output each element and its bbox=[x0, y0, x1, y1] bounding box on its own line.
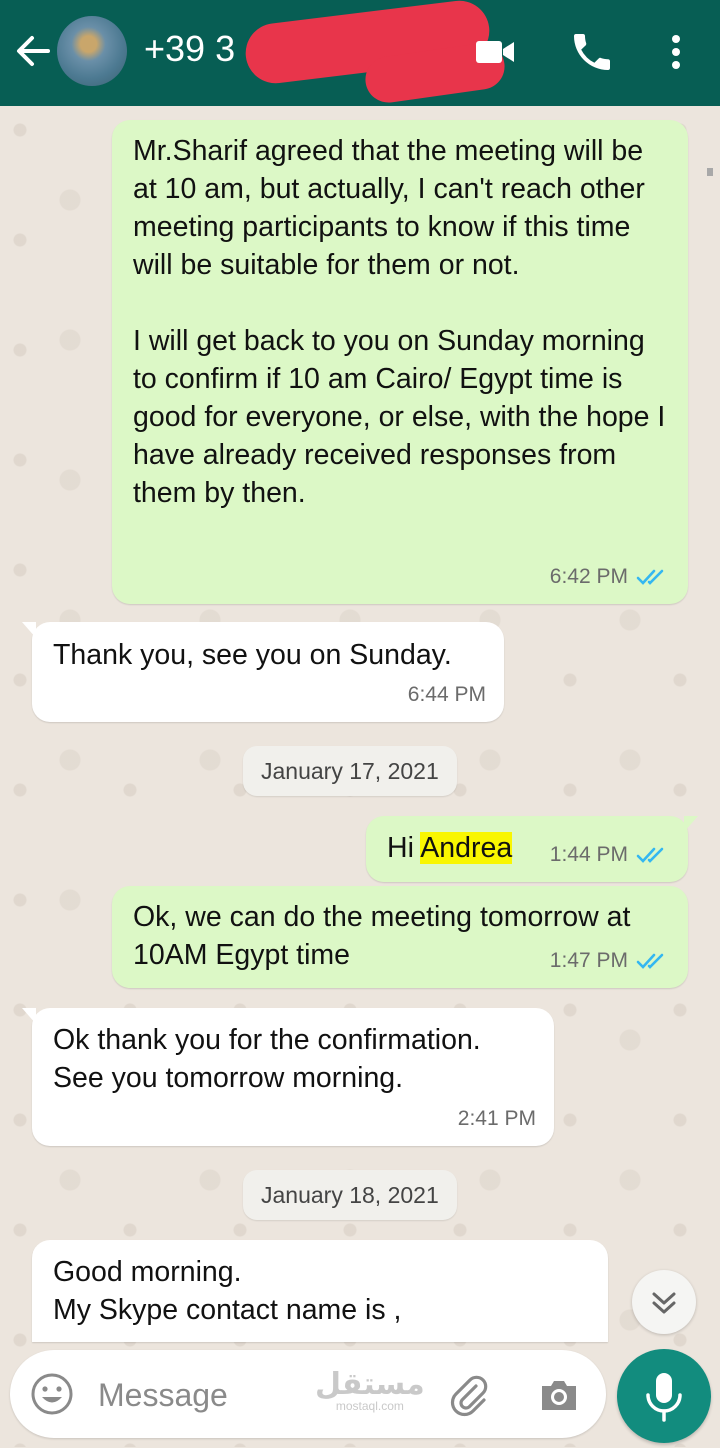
chevron-double-down-icon bbox=[652, 1292, 676, 1314]
date-separator: January 17, 2021 bbox=[243, 746, 457, 796]
bubble-tail bbox=[684, 816, 698, 832]
contact-name[interactable]: +39 3 bbox=[144, 28, 235, 70]
message-bubble-outgoing[interactable]: Mr.Sharif agreed that the meeting will b… bbox=[112, 120, 688, 604]
message-text: Ok thank you for the confirmation. See y… bbox=[53, 1024, 481, 1094]
more-options-button[interactable] bbox=[652, 28, 700, 76]
message-composer: مستقل mostaql.com bbox=[10, 1350, 606, 1438]
emoji-icon bbox=[31, 1373, 73, 1415]
message-meta: 1:44 PM bbox=[550, 836, 670, 874]
video-call-button[interactable] bbox=[470, 28, 518, 76]
paperclip-icon bbox=[450, 1375, 488, 1417]
microphone-icon bbox=[646, 1373, 682, 1422]
message-greeting: Hi bbox=[387, 832, 421, 864]
camera-button[interactable] bbox=[536, 1372, 582, 1418]
voice-call-button[interactable] bbox=[568, 28, 616, 76]
back-button[interactable] bbox=[12, 30, 54, 72]
contact-avatar[interactable] bbox=[57, 16, 127, 86]
message-bubble-outgoing[interactable]: Ok, we can do the meeting tomorrow at 10… bbox=[112, 886, 688, 988]
message-meta: 1:47 PM bbox=[550, 942, 670, 980]
more-vertical-icon bbox=[672, 35, 680, 69]
date-separator: January 18, 2021 bbox=[243, 1170, 457, 1220]
message-meta: 6:44 PM bbox=[408, 676, 486, 714]
message-meta: 6:42 PM bbox=[550, 558, 670, 596]
message-time: 6:44 PM bbox=[407, 683, 486, 706]
phone-icon bbox=[574, 34, 610, 70]
message-time: 1:47 PM bbox=[549, 949, 628, 972]
chat-header: +39 3 bbox=[0, 0, 720, 106]
arrow-left-icon bbox=[17, 36, 50, 66]
camera-icon bbox=[542, 1381, 576, 1410]
bubble-tail bbox=[22, 1008, 36, 1024]
attach-button[interactable] bbox=[446, 1372, 492, 1418]
video-camera-icon bbox=[476, 41, 514, 63]
message-text: Hi Andrea bbox=[387, 829, 513, 867]
bubble-tail bbox=[22, 622, 36, 638]
message-input[interactable] bbox=[96, 1372, 300, 1418]
read-ticks-icon bbox=[636, 569, 664, 585]
message-meta: 2:41 PM bbox=[458, 1100, 536, 1138]
message-bubble-incoming[interactable]: Good morning. My Skype contact name is , bbox=[32, 1240, 608, 1342]
message-time: 6:42 PM bbox=[549, 565, 628, 588]
message-bubble-outgoing[interactable]: Hi Andrea 1:44 PM bbox=[366, 816, 698, 882]
message-bubble-incoming[interactable]: Ok thank you for the confirmation. See y… bbox=[22, 1008, 554, 1146]
watermark-logo: مستقل bbox=[315, 1367, 425, 1402]
bubble-tail bbox=[32, 1240, 36, 1256]
message-text: Good morning. My Skype contact name is , bbox=[53, 1256, 402, 1326]
emoji-button[interactable] bbox=[30, 1372, 74, 1416]
message-time: 2:41 PM bbox=[457, 1107, 536, 1130]
voice-record-button[interactable] bbox=[617, 1349, 711, 1443]
message-text: Mr.Sharif agreed that the meeting will b… bbox=[133, 135, 666, 509]
message-time: 1:44 PM bbox=[549, 843, 628, 866]
watermark: مستقل mostaql.com bbox=[315, 1367, 425, 1413]
scroll-to-bottom-button[interactable] bbox=[632, 1270, 696, 1334]
read-ticks-icon bbox=[636, 953, 664, 969]
scrollbar[interactable] bbox=[707, 168, 713, 176]
message-bubble-incoming[interactable]: Thank you, see you on Sunday. 6:44 PM bbox=[22, 622, 504, 722]
read-ticks-icon bbox=[636, 847, 664, 863]
highlighted-name: Andrea bbox=[420, 832, 513, 864]
message-text: Thank you, see you on Sunday. bbox=[53, 639, 452, 671]
